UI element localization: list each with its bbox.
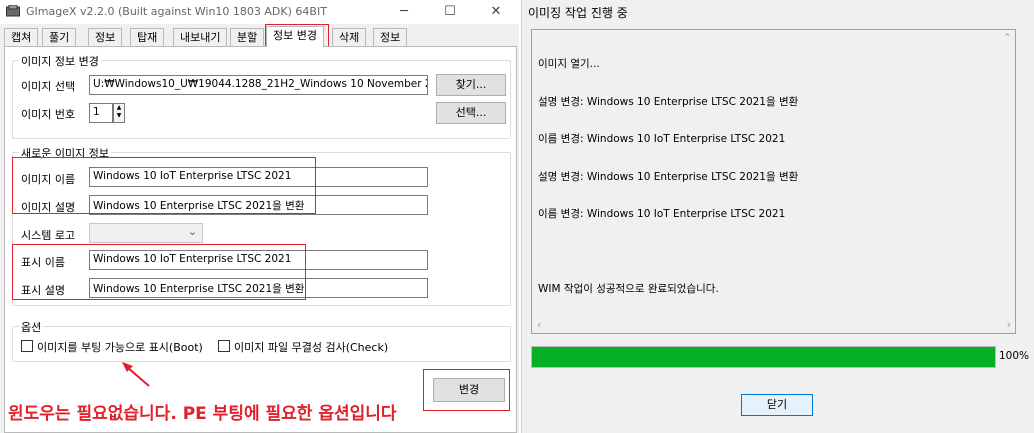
close-icon[interactable]: ✕ <box>473 0 519 24</box>
image-select-label: 이미지 선택 <box>21 80 76 93</box>
stepper-up-icon[interactable]: ▲ <box>114 104 124 112</box>
log-lines: 이미지 열기... 설명 변경: Windows 10 Enterprise L… <box>538 33 798 321</box>
progress-window-title: 이미징 작업 진행 중 <box>528 6 628 20</box>
display-name-label: 표시 이름 <box>21 256 65 269</box>
tab-about[interactable]: 정보 <box>373 28 408 46</box>
display-desc-label: 표시 설명 <box>21 284 65 297</box>
group-change-info-title: 이미지 정보 변경 <box>19 53 101 69</box>
tab-panel: 이미지 정보 변경 이미지 선택 U:₩Windows10_U₩19044.12… <box>4 46 517 433</box>
scroll-left-icon[interactable]: ‹ <box>537 318 541 331</box>
minimize-icon[interactable]: ─ <box>381 0 427 24</box>
group-options-title: 옵션 <box>19 319 44 335</box>
group-new-info: 새로운 이미지 정보 이미지 이름 Windows 10 IoT Enterpr… <box>12 145 511 306</box>
log-line: 설명 변경: Windows 10 Enterprise LTSC 2021을 … <box>538 95 799 108</box>
tab-capture[interactable]: 캡쳐 <box>4 28 39 46</box>
image-name-field[interactable]: Windows 10 IoT Enterprise LTSC 2021 <box>89 167 428 187</box>
check-checkbox-label: 이미지 파일 무결성 검사(Check) <box>234 341 389 354</box>
close-button[interactable]: 닫기 <box>741 394 813 416</box>
boot-checkbox[interactable] <box>21 340 33 352</box>
group-options: 옵션 이미지를 부팅 가능으로 표시(Boot) 이미지 파일 무결성 검사(C… <box>12 319 511 362</box>
title-bar[interactable]: GImageX v2.2.0 (Built against Win10 1803… <box>0 0 519 24</box>
image-index-field[interactable]: 1 <box>89 103 113 123</box>
log-line: 이름 변경: Windows 10 IoT Enterprise LTSC 20… <box>538 208 786 220</box>
log-line: 이미지 열기... <box>538 58 600 70</box>
scroll-right-icon[interactable]: › <box>1007 318 1011 331</box>
select-button[interactable]: 선택... <box>436 102 506 124</box>
browse-button[interactable]: 찾기... <box>436 74 506 96</box>
progress-percent: 100% <box>999 350 1030 362</box>
tab-mount[interactable]: 탑재 <box>130 28 165 46</box>
group-change-info: 이미지 정보 변경 이미지 선택 U:₩Windows10_U₩19044.12… <box>12 53 511 139</box>
image-path-field[interactable]: U:₩Windows10_U₩19044.1288_21H2_Windows 1… <box>89 75 428 95</box>
gimagex-window: GImageX v2.2.0 (Built against Win10 1803… <box>0 0 519 433</box>
system-logo-dropdown[interactable]: ⌄ <box>89 223 203 243</box>
tab-strip: 캡쳐 풀기 정보 탑재 내보내기 분할 정보 변경 삭제 정보 <box>4 26 519 47</box>
image-desc-field[interactable]: Windows 10 Enterprise LTSC 2021을 변환 <box>89 195 428 215</box>
boot-checkbox-label: 이미지를 부팅 가능으로 표시(Boot) <box>37 341 203 354</box>
log-line: 이름 변경: Windows 10 IoT Enterprise LTSC 20… <box>538 133 786 145</box>
apply-change-button[interactable]: 변경 <box>433 378 505 402</box>
progress-bar <box>531 346 996 368</box>
tab-delete[interactable]: 삭제 <box>332 28 367 46</box>
app-icon <box>6 5 20 17</box>
tab-change-info[interactable]: 정보 변경 <box>266 26 324 47</box>
system-logo-label: 시스템 로고 <box>21 229 76 242</box>
arrow-annotation-icon <box>122 362 150 387</box>
log-line: WIM 작업이 성공적으로 완료되었습니다. <box>538 283 719 295</box>
image-desc-label: 이미지 설명 <box>21 201 76 214</box>
progress-window: 이미징 작업 진행 중 이미지 열기... 설명 변경: Windows 10 … <box>521 0 1034 433</box>
group-new-info-title: 새로운 이미지 정보 <box>19 145 111 161</box>
check-checkbox[interactable] <box>218 340 230 352</box>
display-name-field[interactable]: Windows 10 IoT Enterprise LTSC 2021 <box>89 250 428 270</box>
chevron-down-icon: ⌄ <box>187 225 197 238</box>
tab-split[interactable]: 분할 <box>230 28 265 46</box>
image-name-label: 이미지 이름 <box>21 173 76 186</box>
window-title: GImageX v2.2.0 (Built against Win10 1803… <box>26 5 327 18</box>
display-desc-field[interactable]: Windows 10 Enterprise LTSC 2021을 변환 <box>89 278 428 298</box>
annotation-text: 윈도우는 필요없습니다. PE 부팅에 필요한 옵션입니다 <box>8 404 397 424</box>
log-output[interactable]: 이미지 열기... 설명 변경: Windows 10 Enterprise L… <box>531 29 1016 334</box>
log-line: 설명 변경: Windows 10 Enterprise LTSC 2021을 … <box>538 170 799 183</box>
tab-export[interactable]: 내보내기 <box>173 28 228 46</box>
maximize-icon[interactable]: ☐ <box>427 0 473 24</box>
tab-info[interactable]: 정보 <box>88 28 123 46</box>
stepper-down-icon[interactable]: ▼ <box>114 112 124 120</box>
progress-bar-fill <box>532 347 995 367</box>
tab-apply[interactable]: 풀기 <box>42 28 77 46</box>
scroll-up-icon[interactable]: ⌃ <box>1003 33 1011 43</box>
image-index-stepper[interactable]: ▲ ▼ <box>113 103 125 123</box>
image-index-label: 이미지 번호 <box>21 108 76 121</box>
